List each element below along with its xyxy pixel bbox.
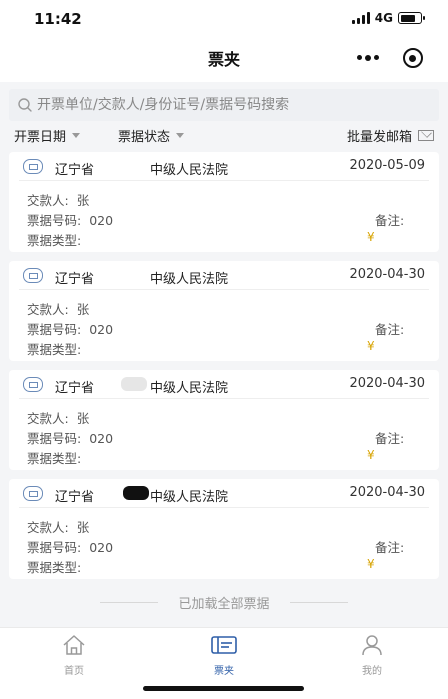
more-icon[interactable] <box>345 55 390 61</box>
remark-label: 备注: <box>375 322 405 337</box>
tab-home[interactable]: 首页 <box>34 634 114 677</box>
number-row: 票据号码: 020 <box>27 431 114 446</box>
caret-down-icon <box>72 133 81 138</box>
status-time: 11:42 <box>34 10 82 28</box>
card-date: 2020-04-30 <box>349 376 425 391</box>
card-court: 中级人民法院 <box>150 490 229 505</box>
mail-icon <box>418 130 434 141</box>
tab-mine-label: 我的 <box>362 666 382 677</box>
tab-ticket-folder-label: 票夹 <box>214 666 234 677</box>
redaction-mark <box>121 377 147 391</box>
remark-label: 备注: <box>375 540 405 555</box>
signal-icon <box>351 12 370 24</box>
list-end-indicator: 已加载全部票据 <box>0 593 448 612</box>
ticket-card[interactable]: 辽宁省 中级人民法院 2020-04-30 交款人: 张 票据号码: 020 票据类… <box>9 370 439 470</box>
network-type: 4G <box>374 11 393 25</box>
card-province: 辽宁省 <box>55 272 95 287</box>
caret-down-icon <box>176 133 185 138</box>
type-row: 票据类型: <box>27 560 82 575</box>
number-row: 票据号码: 020 <box>27 213 114 228</box>
nav-bar: 票夹 <box>0 38 448 82</box>
card-province: 辽宁省 <box>55 163 95 178</box>
date-filter[interactable]: 开票日期 <box>14 126 81 145</box>
home-indicator <box>143 686 304 691</box>
type-row: 票据类型: <box>27 342 82 357</box>
payer-row: 交款人: 张 <box>27 411 90 426</box>
home-icon <box>63 635 85 655</box>
card-court: 中级人民法院 <box>150 163 229 178</box>
currency-symbol: ¥ <box>367 448 375 462</box>
currency-symbol: ¥ <box>367 230 375 244</box>
card-date: 2020-04-30 <box>349 485 425 500</box>
batch-mail-label: 批量发邮箱 <box>346 130 412 145</box>
search-icon <box>18 98 32 112</box>
mini-program-capsule <box>344 42 436 74</box>
search-box[interactable] <box>9 89 439 121</box>
court-icon <box>23 159 43 174</box>
type-row: 票据类型: <box>27 451 82 466</box>
status-filter-label: 票据状态 <box>118 130 171 145</box>
tab-mine[interactable]: 我的 <box>332 634 412 677</box>
court-icon <box>23 377 43 392</box>
status-filter[interactable]: 票据状态 <box>118 126 185 145</box>
ticket-folder-icon <box>211 636 237 654</box>
user-icon <box>362 635 382 656</box>
ticket-card[interactable]: 辽宁省 中级人民法院 2020-04-30 交款人: 张 票据号码: 020 票据类… <box>9 479 439 579</box>
court-icon <box>23 268 43 283</box>
tab-home-label: 首页 <box>64 666 84 677</box>
remark-label: 备注: <box>375 431 405 446</box>
card-province: 辽宁省 <box>55 381 95 396</box>
tab-ticket-folder[interactable]: 票夹 <box>184 634 264 677</box>
remark-label: 备注: <box>375 213 405 228</box>
number-row: 票据号码: 020 <box>27 322 114 337</box>
status-bar: 11:42 4G <box>0 0 448 38</box>
status-indicators: 4G <box>351 11 425 25</box>
card-court: 中级人民法院 <box>150 381 229 396</box>
card-date: 2020-05-09 <box>349 158 425 173</box>
currency-symbol: ¥ <box>367 339 375 353</box>
number-row: 票据号码: 020 <box>27 540 114 555</box>
loaded-all-text: 已加载全部票据 <box>178 597 270 612</box>
date-filter-label: 开票日期 <box>14 130 67 145</box>
battery-icon <box>398 12 425 24</box>
type-row: 票据类型: <box>27 233 82 248</box>
redaction-mark <box>123 486 149 500</box>
payer-row: 交款人: 张 <box>27 520 90 535</box>
payer-row: 交款人: 张 <box>27 302 90 317</box>
search-input[interactable] <box>37 97 427 113</box>
filter-bar: 开票日期 票据状态 批量发邮箱 <box>0 124 448 146</box>
payer-row: 交款人: 张 <box>27 193 90 208</box>
ticket-card[interactable]: 辽宁省 中级人民法院 2020-04-30 交款人: 张 票据号码: 020 票据类… <box>9 261 439 361</box>
currency-symbol: ¥ <box>367 557 375 571</box>
close-circle-icon[interactable] <box>390 48 435 68</box>
card-date: 2020-04-30 <box>349 267 425 282</box>
ticket-card[interactable]: 辽宁省 中级人民法院 2020-05-09 交款人: 张 票据号码: 020 票据类… <box>9 152 439 252</box>
court-icon <box>23 486 43 501</box>
card-court: 中级人民法院 <box>150 272 229 287</box>
batch-mail-button[interactable]: 批量发邮箱 <box>347 126 434 145</box>
card-province: 辽宁省 <box>55 490 95 505</box>
